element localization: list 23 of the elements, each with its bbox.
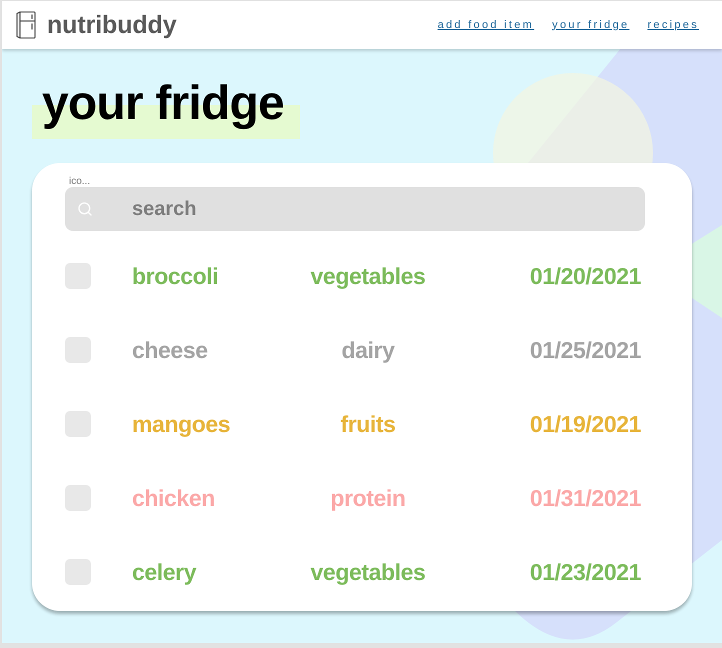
expiry-date: 01/31/2021 — [530, 484, 641, 512]
nav-link[interactable]: recipes — [647, 18, 699, 30]
search-field[interactable]: search — [65, 187, 645, 231]
image-alt-text: ico... — [69, 177, 90, 187]
nav-link[interactable]: add food item — [438, 18, 534, 30]
logo-text: nutribuddy — [47, 10, 177, 40]
expiry-date: 01/19/2021 — [530, 410, 641, 438]
food-category: protein — [330, 484, 406, 512]
expiry-date: 01/23/2021 — [530, 558, 641, 586]
food-name: mangoes — [132, 410, 230, 438]
food-name: chicken — [132, 484, 215, 512]
food-category: vegetables — [310, 558, 426, 586]
food-name: broccoli — [132, 262, 218, 290]
food-category: vegetables — [310, 262, 426, 290]
expiry-date: 01/25/2021 — [530, 336, 641, 364]
nav-link[interactable]: your fridge — [552, 18, 630, 30]
food-category: dairy — [342, 336, 394, 364]
food-name: celery — [132, 558, 196, 586]
food-category: fruits — [340, 410, 396, 438]
expiry-date: 01/20/2021 — [530, 262, 641, 290]
food-name: cheese — [132, 336, 208, 364]
fridge-icon — [16, 11, 36, 39]
search-icon — [77, 201, 93, 217]
